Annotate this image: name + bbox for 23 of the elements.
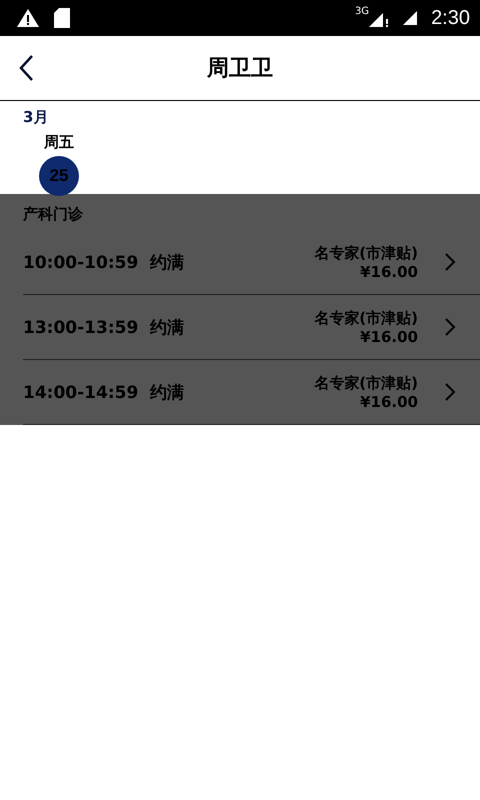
slot-time: 14:00-14:59 约满 bbox=[23, 382, 184, 404]
chevron-icon bbox=[444, 382, 456, 402]
doctor-level: 名专家(市津贴) bbox=[314, 308, 418, 328]
network-label: 3G bbox=[354, 6, 370, 17]
chevron-icon bbox=[444, 317, 456, 337]
chevron-icon bbox=[444, 252, 456, 272]
department-label: 产科门诊 bbox=[23, 205, 83, 223]
slot-row[interactable]: 13:00-13:59 约满 名专家(市津贴) ¥16.00 bbox=[23, 295, 480, 360]
price: ¥16.00 bbox=[360, 262, 418, 280]
slot-time: 13:00-13:59 约满 bbox=[23, 316, 184, 338]
warning-icon bbox=[16, 8, 40, 28]
slot-row[interactable]: 10:00-10:59 约满 名专家(市津贴) ¥16.00 bbox=[23, 230, 480, 295]
price: ¥16.00 bbox=[360, 328, 418, 346]
doctor-level: 名专家(市津贴) bbox=[314, 244, 418, 262]
sd-card-icon bbox=[54, 8, 70, 28]
clock: 2:30 bbox=[431, 6, 470, 30]
wifi-icon bbox=[403, 11, 418, 25]
doctor-level: 名专家(市津贴) bbox=[314, 374, 418, 392]
slot-time: 10:00-10:59 约满 bbox=[23, 252, 184, 274]
slot-row[interactable]: 14:00-14:59 约满 名专家(市津贴) ¥16.00 bbox=[23, 360, 480, 425]
page-title: 周卫卫 bbox=[207, 55, 273, 83]
month-label: 3月 bbox=[23, 108, 48, 127]
price: ¥16.00 bbox=[360, 392, 418, 410]
